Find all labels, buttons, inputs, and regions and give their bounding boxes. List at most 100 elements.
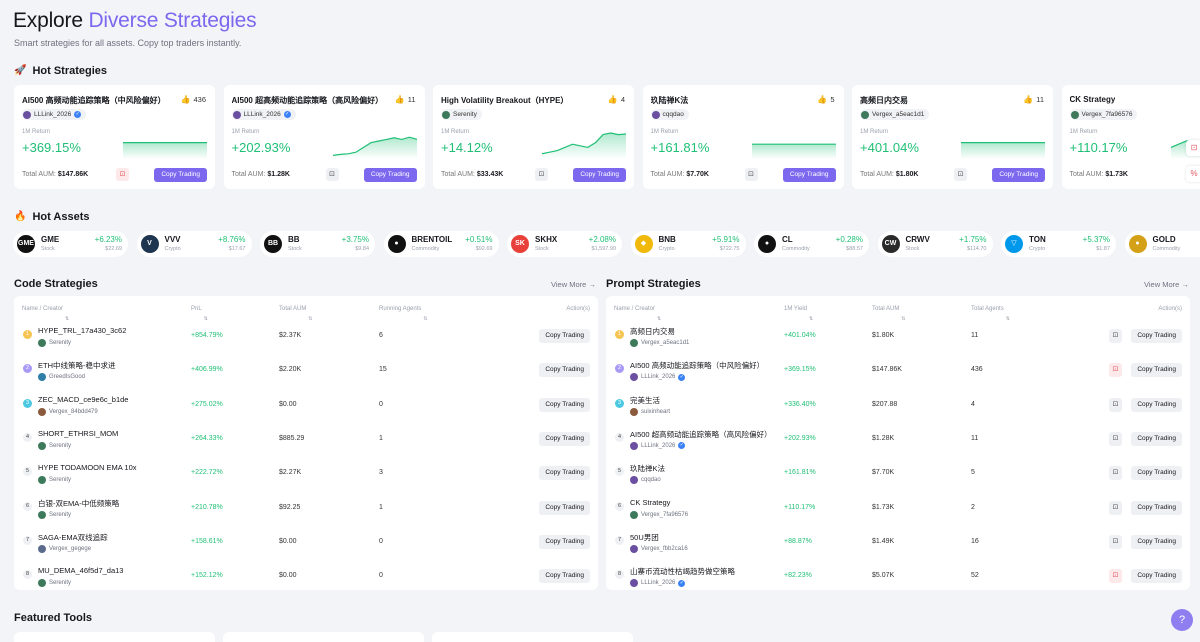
table-row[interactable]: 1 HYPE_TRL_17a430_3c62 Serenity +854.79% $2.… — [14, 320, 598, 354]
bookmark-button[interactable]: ⊡ — [1109, 466, 1122, 481]
copy-trading-button[interactable]: Copy Trading — [1131, 569, 1182, 584]
side-action-button-2[interactable]: % — [1186, 166, 1200, 182]
column-header[interactable]: 1M Yield ⇅ — [784, 306, 813, 322]
table-row[interactable]: 8 山寨币流动性枯竭趋势做空策略 LLLink_2026 ✓ +82.23% $5.07K… — [606, 560, 1190, 590]
table-row[interactable]: 7 SAGA-EMA双线追踪 Vergex_gegege +158.61% $0.00 0… — [14, 526, 598, 560]
table-row[interactable]: 5 HYPE TODAMOON EMA 10x Serenity +222.72% $2… — [14, 457, 598, 491]
copy-trading-button[interactable]: Copy Trading — [1131, 329, 1182, 343]
asset-chip[interactable]: ◆ BNB Crypto +5.91% $722.75 — [630, 231, 746, 257]
strategy-name[interactable]: 玖陆禅K法 — [630, 463, 665, 474]
column-header[interactable]: Name / Creator ⇅ — [614, 306, 661, 322]
creator-chip[interactable]: cqqdao — [650, 109, 689, 120]
table-row[interactable]: 2 ETH中线策略-稳中求进 GreedIsGood +406.99% $2.20K 15… — [14, 354, 598, 388]
code-view-more-link[interactable]: View More → — [551, 280, 596, 289]
table-row[interactable]: 6 白银-双EMA-中低频策略 Serenity +210.78% $92.25 1 Cop… — [14, 492, 598, 526]
bookmark-button[interactable]: ⊡ — [1109, 363, 1122, 378]
strategy-name[interactable]: CK Strategy — [630, 498, 670, 507]
prompt-view-more-link[interactable]: View More → — [1144, 280, 1189, 289]
table-row[interactable]: 3 ZEC_MACD_ce9e6c_b1de Vergex_84bdd479 +275… — [14, 389, 598, 423]
strategy-name[interactable]: AI500 高频动能追踪策略（中风险偏好） — [630, 360, 764, 371]
copy-trading-button[interactable]: Copy Trading — [363, 168, 417, 182]
creator-chip[interactable]: LLLink_2026 ✓ — [22, 109, 87, 120]
strategy-name[interactable]: ETH中线策略-稳中求进 — [38, 360, 116, 371]
column-header[interactable]: Total AUM ⇅ — [279, 306, 313, 322]
table-row[interactable]: 5 玖陆禅K法 cqqdao +161.81% $7.70K 5 Copy Trading ⊡ — [606, 457, 1190, 491]
copy-trading-button[interactable]: Copy Trading — [1131, 431, 1182, 446]
column-header[interactable]: Running Agents ⇅ — [379, 306, 428, 322]
asset-chip[interactable]: V VVV Crypto +8.76% $17.67 — [136, 231, 252, 257]
strategy-card[interactable]: High Volatility Breakout（HYPE） 👍 4 Serenity… — [433, 85, 634, 189]
asset-chip[interactable]: ● BRENTOIL Commodity +0.51% $92.69 — [383, 231, 499, 257]
bookmark-button[interactable]: ⊡ — [1109, 329, 1122, 343]
strategy-name[interactable]: HYPE_TRL_17a430_3c62 — [38, 326, 126, 335]
table-row[interactable]: 7 50U男团 Vergex_fbb2ca16 +88.87% $1.49K 16 Copy… — [606, 526, 1190, 560]
copy-trading-button[interactable]: Copy Trading — [782, 168, 836, 182]
strategy-name[interactable]: HYPE TODAMOON EMA 10x — [38, 463, 137, 472]
copy-trading-button[interactable]: Copy Trading — [1131, 466, 1182, 481]
strategy-card[interactable]: CK Strategy Vergex_7fa96576 1M Return +110.… — [1061, 85, 1200, 189]
table-row[interactable]: 3 完美生活 suixinheart +336.40% $207.88 4 Copy Tra… — [606, 389, 1190, 423]
copy-trading-button[interactable]: Copy Trading — [1131, 363, 1182, 378]
copy-trading-button[interactable]: Copy Trading — [539, 397, 590, 412]
table-row[interactable]: 4 AI500 超高频动能追踪策略（高风险偏好） LLLink_2026 ✓ +202.… — [606, 423, 1190, 457]
asset-chip[interactable]: BB BB Stock +3.75% $9.84 — [260, 231, 375, 257]
bookmark-button[interactable]: ⊡ — [116, 168, 129, 181]
asset-chip[interactable]: GME GME Stock +6.23% $22.69 — [13, 231, 128, 257]
copy-trading-button[interactable]: Copy Trading — [539, 431, 590, 446]
table-row[interactable]: 2 AI500 高频动能追踪策略（中风险偏好） LLLink_2026 ✓ +369.1… — [606, 354, 1190, 388]
strategy-card[interactable]: 玖陆禅K法 👍 5 cqqdao 1M Return +161.81% Total AUM:… — [642, 85, 844, 189]
strategy-name[interactable]: AI500 超高频动能追踪策略（高风险偏好） — [630, 429, 772, 440]
asset-chip[interactable]: SK SKHX Stock +2.08% $1,597.90 — [507, 231, 622, 257]
side-action-button[interactable]: ⊡ — [1186, 140, 1200, 156]
strategy-name[interactable]: SAGA-EMA双线追踪 — [38, 532, 108, 543]
column-header[interactable]: Name / Creator ⇅ — [22, 306, 69, 322]
column-header[interactable]: Total AUM ⇅ — [872, 306, 906, 322]
column-header[interactable]: PnL ⇅ — [191, 306, 208, 322]
strategy-card[interactable]: 高频日内交易 👍 11 Vergex_a5eac1d1 1M Return +401.04… — [852, 85, 1053, 189]
strategy-card[interactable]: AI500 高频动能追踪策略（中风险偏好） 👍 436 LLLink_2026 ✓ 1M … — [14, 85, 215, 189]
asset-chip[interactable]: CW CRWV Stock +1.75% $114.70 — [877, 231, 993, 257]
strategy-name[interactable]: 白银-双EMA-中低频策略 — [38, 498, 119, 509]
bookmark-button[interactable]: ⊡ — [1109, 397, 1122, 412]
strategy-name[interactable]: 50U男团 — [630, 532, 659, 543]
asset-chip[interactable]: ▽ TON Crypto +5.37% $1.87 — [1001, 231, 1116, 257]
bookmark-button[interactable]: ⊡ — [954, 168, 967, 181]
bookmark-button[interactable]: ⊡ — [744, 168, 758, 181]
strategy-name[interactable]: 高频日内交易 — [630, 326, 675, 337]
creator-chip[interactable]: Vergex_a5eac1d1 — [860, 109, 930, 120]
strategy-name[interactable]: ZEC_MACD_ce9e6c_b1de — [38, 395, 128, 404]
bookmark-button[interactable]: ⊡ — [1109, 534, 1122, 549]
bookmark-button[interactable]: ⊡ — [1109, 431, 1122, 446]
strategy-name[interactable]: 山寨币流动性枯竭趋势做空策略 — [630, 566, 735, 577]
asset-chip[interactable]: ● CL Commodity +0.28% $88.57 — [754, 231, 869, 257]
copy-trading-button[interactable]: Copy Trading — [573, 168, 626, 182]
featured-tool-card[interactable] — [14, 632, 215, 642]
creator-chip[interactable]: Serenity — [441, 109, 482, 120]
featured-tool-card[interactable] — [223, 632, 424, 642]
table-row[interactable]: 6 CK Strategy Vergex_7fa96576 +110.17% $1.73… — [606, 492, 1190, 526]
asset-chip[interactable]: ● GOLD Commodity — [1124, 231, 1200, 257]
creator-chip[interactable]: Vergex_7fa96576 — [1069, 109, 1138, 120]
strategy-name[interactable]: SHORT_ETHRSI_MOM — [38, 429, 118, 438]
bookmark-button[interactable]: ⊡ — [325, 168, 339, 181]
table-row[interactable]: 8 MU_DEMA_46f5d7_da13 Serenity +152.12% $0.0… — [14, 560, 598, 590]
table-row[interactable]: 4 SHORT_ETHRSI_MOM Serenity +264.33% $885.29… — [14, 423, 598, 457]
copy-trading-button[interactable]: Copy Trading — [539, 363, 590, 378]
hot-strategies-carousel[interactable]: AI500 高频动能追踪策略（中风险偏好） 👍 436 LLLink_2026 ✓ 1M … — [14, 85, 1200, 191]
strategy-name[interactable]: MU_DEMA_46f5d7_da13 — [38, 566, 123, 575]
strategy-name[interactable]: 完美生活 — [630, 395, 660, 406]
bookmark-button[interactable]: ⊡ — [1109, 569, 1122, 584]
copy-trading-button[interactable]: Copy Trading — [992, 168, 1045, 182]
copy-trading-button[interactable]: Copy Trading — [539, 534, 590, 549]
copy-trading-button[interactable]: Copy Trading — [539, 569, 590, 584]
copy-trading-button[interactable]: Copy Trading — [1131, 500, 1182, 515]
table-row[interactable]: 1 高频日内交易 Vergex_a5eac1d1 +401.04% $1.80K 11 Co… — [606, 320, 1190, 354]
featured-tool-card[interactable] — [432, 632, 633, 642]
copy-trading-button[interactable]: Copy Trading — [539, 466, 590, 481]
copy-trading-button[interactable]: Copy Trading — [539, 500, 590, 515]
bookmark-button[interactable]: ⊡ — [535, 168, 548, 181]
column-header[interactable]: Total Agents ⇅ — [971, 306, 1010, 322]
creator-chip[interactable]: LLLink_2026 ✓ — [231, 109, 296, 120]
copy-trading-button[interactable]: Copy Trading — [539, 329, 590, 343]
copy-trading-button[interactable]: Copy Trading — [1131, 397, 1182, 412]
